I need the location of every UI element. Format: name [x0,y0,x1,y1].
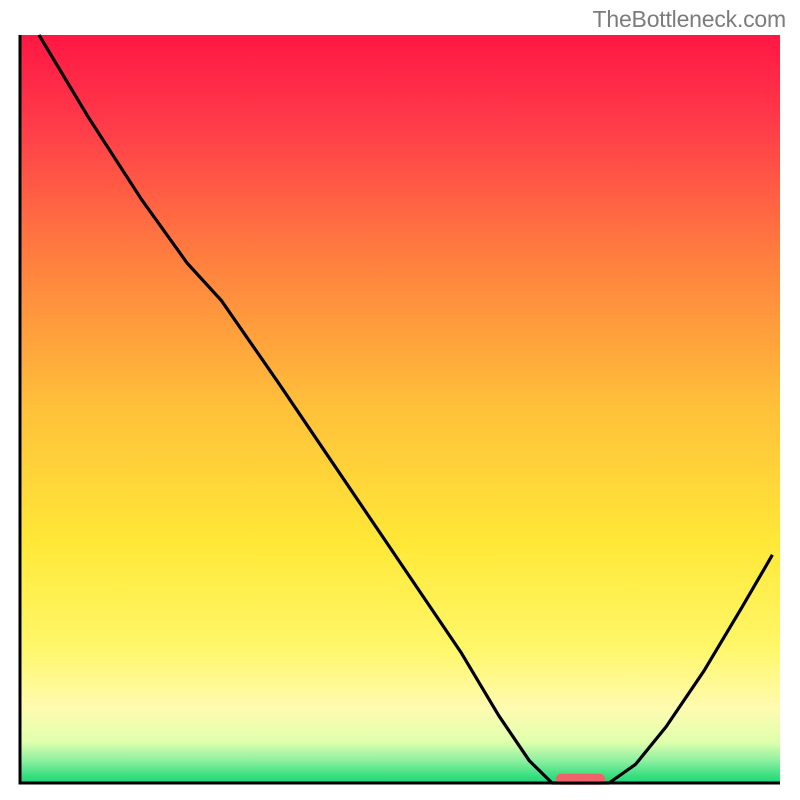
gradient-background [20,35,780,783]
bottleneck-chart: TheBottleneck.com [0,0,800,800]
chart-svg [0,0,800,800]
watermark-text: TheBottleneck.com [593,6,786,33]
plot-area [19,35,781,785]
